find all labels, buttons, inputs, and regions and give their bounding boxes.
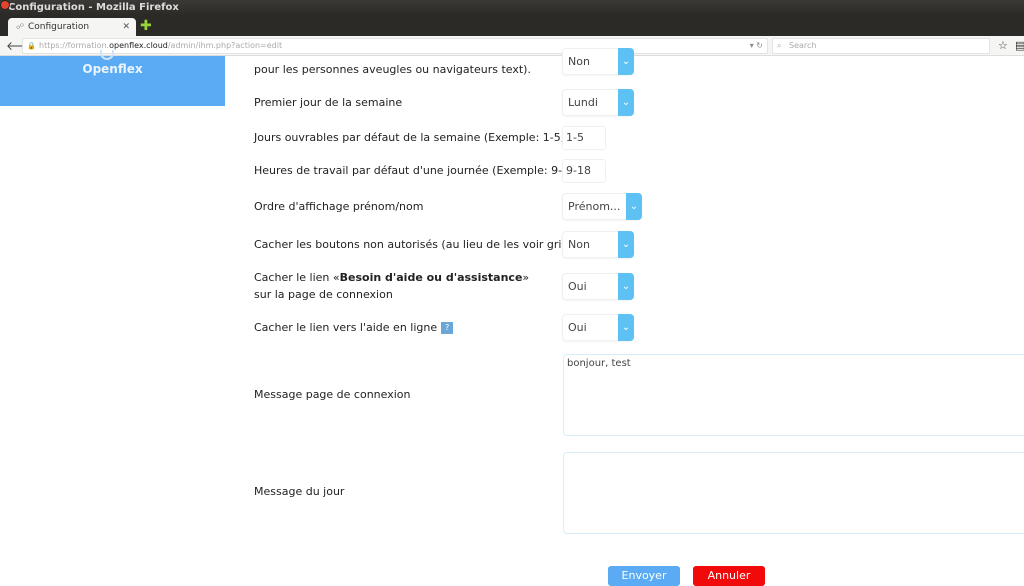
submit-button[interactable]: Envoyer bbox=[608, 566, 680, 586]
logo-icon bbox=[100, 50, 114, 60]
chevron-down-icon: ⌄ bbox=[618, 89, 634, 116]
browser-tab[interactable]: ☍ Configuration ✕ bbox=[8, 18, 136, 36]
chevron-down-icon: ⌄ bbox=[626, 193, 642, 220]
form-label: Ordre d'affichage prénom/nom bbox=[254, 200, 424, 213]
select-hide-online-help[interactable]: Oui ⌄ bbox=[562, 314, 634, 341]
form-label: Jours ouvrables par défaut de la semaine… bbox=[254, 131, 590, 144]
cancel-button[interactable]: Annuler bbox=[693, 566, 765, 586]
select-value: Non bbox=[568, 55, 590, 68]
label-bold-part: Besoin d'aide ou d'assistance bbox=[339, 271, 523, 284]
form-label: Cacher les boutons non autorisés (au lie… bbox=[254, 238, 584, 251]
brand-name: Openflex bbox=[82, 62, 143, 76]
tab-strip: ☍ Configuration ✕ ✚ bbox=[0, 16, 1024, 36]
url-host: openflex.cloud bbox=[109, 41, 168, 50]
help-icon[interactable]: ? bbox=[441, 322, 454, 334]
select-name-order[interactable]: Prénom... ⌄ bbox=[562, 193, 642, 220]
working-hours-input[interactable]: 9-18 bbox=[562, 159, 606, 183]
form-label: Cacher le lien vers l'aide en ligne? bbox=[254, 319, 454, 336]
window-titlebar: Configuration - Mozilla Firefox bbox=[0, 0, 1024, 16]
reload-icon[interactable]: ▾ ↻ bbox=[750, 39, 763, 53]
select-value: Oui bbox=[568, 280, 587, 293]
chevron-down-icon: ⌄ bbox=[618, 314, 634, 341]
favicon-icon: ☍ bbox=[16, 22, 25, 31]
library-icon[interactable]: ▤ bbox=[1015, 39, 1024, 52]
search-input[interactable]: ⌕ Search bbox=[772, 38, 990, 54]
working-days-input[interactable]: 1-5 bbox=[562, 126, 606, 150]
select-value: Prénom... bbox=[568, 200, 621, 213]
chevron-down-icon: ⌄ bbox=[618, 48, 634, 75]
search-placeholder: Search bbox=[789, 41, 817, 50]
url-prefix: https://formation. bbox=[39, 41, 110, 50]
search-icon: ⌕ bbox=[777, 41, 782, 50]
close-window-icon[interactable] bbox=[0, 0, 10, 10]
select-hide-help-link[interactable]: Oui ⌄ bbox=[562, 273, 634, 300]
new-tab-icon[interactable]: ✚ bbox=[140, 18, 152, 34]
label-part: Cacher le lien « bbox=[254, 271, 340, 284]
sidebar-banner: Openflex bbox=[0, 50, 225, 106]
form-label: pour les personnes aveugles ou navigateu… bbox=[254, 63, 531, 76]
select-value: Non bbox=[568, 238, 590, 251]
url-bar[interactable]: 🔒 https://formation.openflex.cloud/admin… bbox=[22, 38, 768, 54]
chevron-down-icon: ⌄ bbox=[618, 273, 634, 300]
form-label: Heures de travail par défaut d'une journ… bbox=[254, 164, 581, 177]
url-path: /admin/ihm.php?action=edit bbox=[167, 41, 283, 50]
tab-label: Configuration bbox=[28, 22, 90, 32]
close-tab-icon[interactable]: ✕ bbox=[122, 18, 130, 36]
form-label: Message du jour bbox=[254, 485, 345, 498]
window-title: Configuration - Mozilla Firefox bbox=[8, 2, 179, 13]
login-message-textarea[interactable]: bonjour, test bbox=[563, 354, 1024, 436]
navigation-bar: 🡐 🔒 https://formation.openflex.cloud/adm… bbox=[0, 36, 1024, 56]
form-label: Message page de connexion bbox=[254, 388, 411, 401]
chevron-down-icon: ⌄ bbox=[618, 231, 634, 258]
message-of-day-textarea[interactable] bbox=[563, 452, 1024, 534]
select-accessibility[interactable]: Non ⌄ bbox=[562, 48, 634, 75]
select-first-day[interactable]: Lundi ⌄ bbox=[562, 89, 634, 116]
select-value: Oui bbox=[568, 321, 587, 334]
form-label: Cacher le lien «Besoin d'aide ou d'assis… bbox=[254, 269, 544, 303]
select-value: Lundi bbox=[568, 96, 598, 109]
select-hide-buttons[interactable]: Non ⌄ bbox=[562, 231, 634, 258]
bookmark-star-icon[interactable]: ☆ bbox=[998, 39, 1008, 52]
label-text: Cacher le lien vers l'aide en ligne bbox=[254, 321, 438, 334]
lock-icon: 🔒 bbox=[27, 42, 36, 50]
form-label: Premier jour de la semaine bbox=[254, 96, 403, 109]
